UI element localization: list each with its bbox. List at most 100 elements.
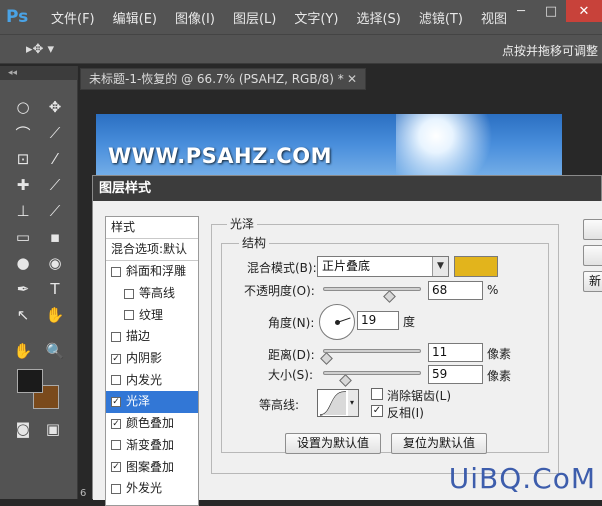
opacity-input[interactable]: 68 (428, 281, 483, 300)
options-bar: ▸✥ ▾ 点按并拖移可调整 (0, 34, 602, 64)
size-input[interactable]: 59 (428, 365, 483, 384)
menu-select[interactable]: 选择(S) (347, 8, 409, 27)
style-item-2[interactable]: 纹理 (106, 304, 198, 326)
style-item-label: 内发光 (126, 372, 163, 387)
angle-input[interactable]: 19 (357, 311, 399, 330)
dodge-icon[interactable]: ◉ (42, 252, 68, 274)
style-item-label: 纹理 (139, 307, 164, 322)
style-item-checkbox[interactable] (111, 331, 121, 342)
style-item-3[interactable]: 描边 (106, 326, 198, 348)
invert-label: 反相(I) (387, 406, 424, 420)
cancel-button[interactable] (583, 245, 602, 266)
style-item-checkbox[interactable]: ✓ (111, 396, 121, 407)
history-brush-icon[interactable]: ⟋ (42, 200, 68, 222)
menu-type[interactable]: 文字(Y) (285, 8, 347, 27)
style-item-label: 光泽 (126, 394, 151, 409)
canvas-text: WWW.PSAHZ.COM (108, 144, 332, 168)
style-item-0[interactable]: 斜面和浮雕 (106, 261, 198, 283)
toolbox-collapse-icon[interactable]: ◂◂ (0, 66, 77, 80)
blending-options-item[interactable]: 混合选项:默认 (106, 239, 198, 261)
quick-select-icon[interactable]: ⟋ (42, 122, 68, 144)
blend-mode-select[interactable]: 正片叠底 ▼ (317, 256, 449, 277)
quick-mask-icon[interactable]: ◙ (10, 418, 36, 440)
document-tab[interactable]: 未标题-1-恢复的 @ 66.7% (PSAHZ, RGB/8) * ✕ (80, 68, 366, 90)
opacity-slider[interactable] (323, 287, 421, 291)
type-tool-icon[interactable]: T (42, 278, 68, 300)
style-item-5[interactable]: 内发光 (106, 369, 198, 391)
new-style-button[interactable]: 新 (583, 271, 602, 292)
document-canvas[interactable]: WWW.PSAHZ.COM (96, 114, 562, 184)
style-item-checkbox[interactable] (124, 310, 134, 321)
style-item-label: 描边 (126, 329, 151, 344)
clone-stamp-icon[interactable]: ⊥ (10, 200, 36, 222)
layer-style-dialog: 图层样式 样式 混合选项:默认 斜面和浮雕 等高线 纹理 描边 ✓ 内阴影 内发光 ✓ 光泽 ✓ 颜… (92, 175, 602, 506)
style-item-label: 外发光 (126, 481, 163, 496)
hand-tool-icon[interactable]: ✋ (10, 340, 36, 362)
satin-group-title: 光泽 (227, 215, 258, 232)
menu-file[interactable]: 文件(F) (42, 8, 104, 27)
distance-slider[interactable] (323, 349, 421, 353)
distance-input[interactable]: 11 (428, 343, 483, 362)
style-item-checkbox[interactable] (111, 440, 121, 451)
structure-group-title: 结构 (239, 234, 270, 251)
menu-layer[interactable]: 图层(L) (224, 8, 285, 27)
contour-label: 等高线: (259, 398, 300, 412)
style-item-4[interactable]: ✓ 内阴影 (106, 348, 198, 370)
eraser-icon[interactable]: ▭ (10, 226, 36, 248)
crop-icon[interactable]: ⊡ (10, 148, 36, 170)
make-default-button[interactable]: 设置为默认值 (285, 433, 381, 454)
menu-edit[interactable]: 编辑(E) (104, 8, 166, 27)
minimize-button[interactable]: ─ (506, 0, 536, 22)
reset-default-button[interactable]: 复位为默认值 (391, 433, 487, 454)
menu-filter[interactable]: 滤镜(T) (410, 8, 472, 27)
move-tool-icon[interactable]: ✥ (42, 96, 68, 118)
style-item-10[interactable]: 外发光 (106, 478, 198, 500)
style-item-checkbox[interactable] (111, 266, 121, 277)
style-item-label: 斜面和浮雕 (126, 264, 187, 279)
style-item-checkbox[interactable] (124, 288, 134, 299)
path-select-icon[interactable]: ↖ (10, 304, 36, 326)
style-item-7[interactable]: ✓ 颜色叠加 (106, 413, 198, 435)
blend-mode-value: 正片叠底 (322, 259, 371, 273)
gradient-icon[interactable]: ▪ (42, 226, 68, 248)
style-item-checkbox[interactable]: ✓ (111, 462, 121, 473)
contour-picker[interactable]: ▾ (317, 389, 359, 417)
blur-icon[interactable]: ● (10, 252, 36, 274)
style-item-checkbox[interactable]: ✓ (111, 418, 121, 429)
chevron-down-icon: ▼ (432, 257, 448, 276)
style-item-checkbox[interactable] (111, 375, 121, 386)
brush-icon[interactable]: ⟋ (42, 174, 68, 196)
zoom-tool-icon[interactable]: 🔍 (42, 340, 68, 362)
menu-image[interactable]: 图像(I) (166, 8, 224, 27)
lasso-icon[interactable]: ⌒ (10, 122, 36, 144)
angle-dial[interactable] (319, 304, 355, 340)
size-slider[interactable] (323, 371, 421, 375)
close-button[interactable]: ✕ (566, 0, 602, 22)
screen-mode-icon[interactable]: ▣ (40, 418, 66, 440)
invert-checkbox[interactable]: ✓ (371, 405, 383, 417)
distance-label: 距离(D): (268, 348, 315, 362)
document-close-icon[interactable]: ✕ (347, 69, 357, 89)
custom-shape-icon[interactable]: ✋ (42, 304, 68, 326)
style-item-8[interactable]: 渐变叠加 (106, 435, 198, 457)
angle-label: 角度(N): (268, 316, 315, 330)
foreground-color-swatch[interactable] (17, 369, 43, 393)
ok-button[interactable] (583, 219, 602, 240)
eyedropper-icon[interactable]: ⁄ (42, 148, 68, 170)
blend-color-swatch[interactable] (454, 256, 498, 277)
style-list-header[interactable]: 样式 (106, 217, 198, 239)
style-item-9[interactable]: ✓ 图案叠加 (106, 456, 198, 478)
style-item-6[interactable]: ✓ 光泽 (106, 391, 198, 413)
document-status-fragment: 6 (80, 488, 87, 499)
angle-unit: 度 (403, 315, 416, 329)
elliptical-marquee-icon[interactable]: ○ (10, 96, 36, 118)
maximize-button[interactable]: □ (536, 0, 566, 22)
antialias-checkbox[interactable] (371, 388, 383, 400)
style-item-label: 内阴影 (126, 351, 163, 366)
style-item-checkbox[interactable] (111, 483, 121, 494)
healing-brush-icon[interactable]: ✚ (10, 174, 36, 196)
style-item-checkbox[interactable]: ✓ (111, 353, 121, 364)
pen-icon[interactable]: ✒ (10, 278, 36, 300)
style-item-1[interactable]: 等高线 (106, 283, 198, 305)
move-tool-preset-icon[interactable]: ▸✥ ▾ (26, 42, 54, 57)
